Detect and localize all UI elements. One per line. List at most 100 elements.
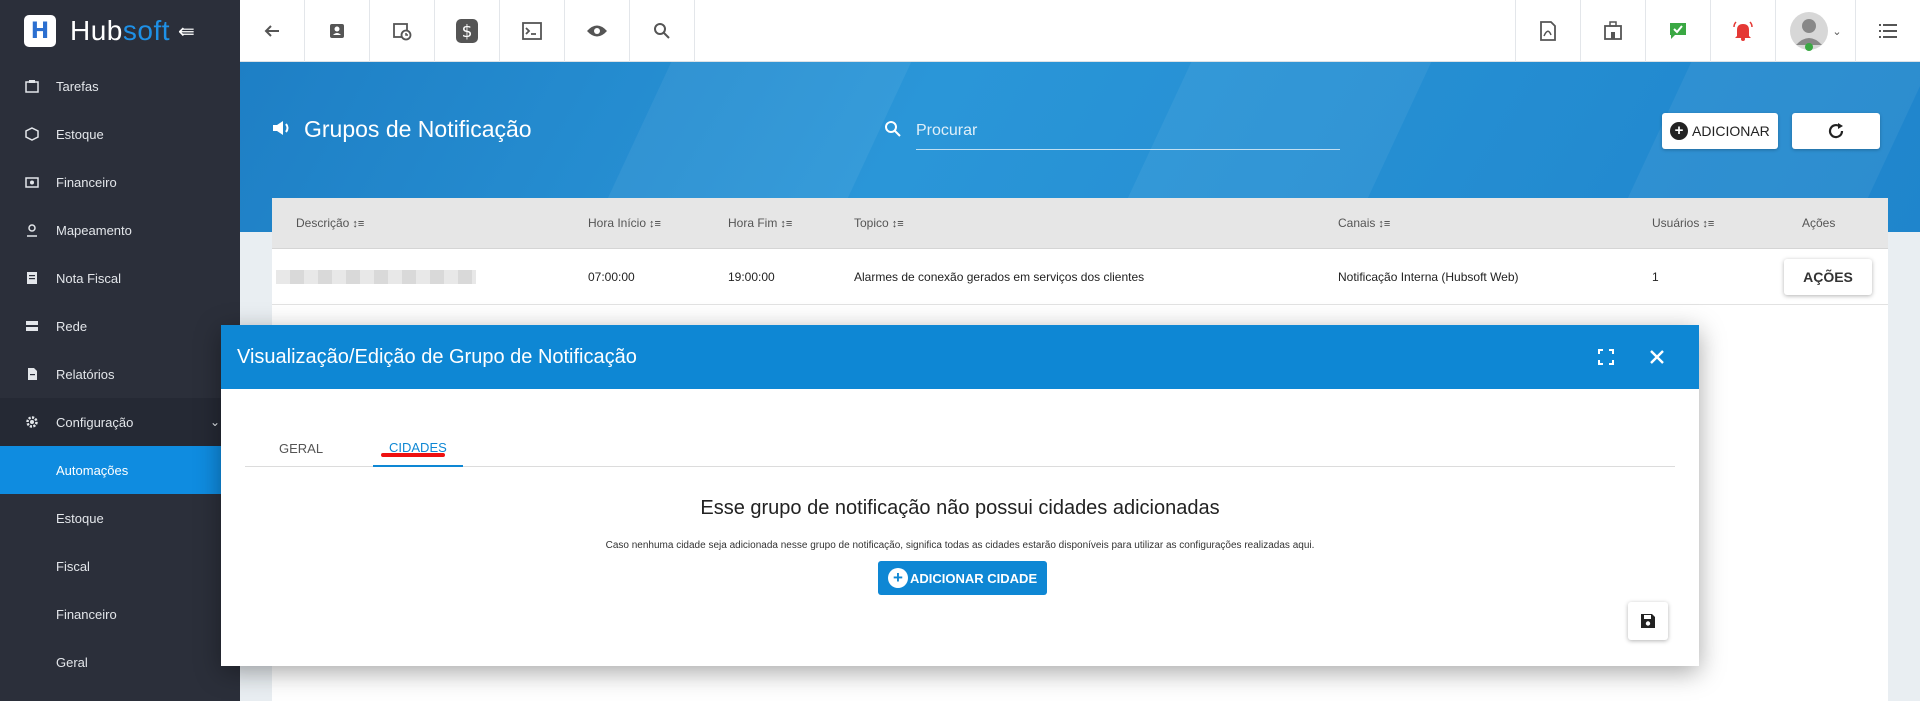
search-input[interactable] [916, 112, 1340, 150]
col-header-canais[interactable]: Canais ↕≡ [1338, 216, 1390, 230]
messages-button[interactable] [1645, 0, 1710, 62]
sidebar-item-relatorios[interactable]: Relatórios [0, 350, 240, 398]
modal-header: Visualização/Edição de Grupo de Notifica… [221, 325, 1699, 389]
sidebar-item-estoque[interactable]: Estoque [0, 110, 240, 158]
col-header-hora-fim[interactable]: Hora Fim ↕≡ [728, 216, 792, 230]
list-icon [1879, 24, 1897, 38]
sidebar-item-financeiro[interactable]: Financeiro [0, 158, 240, 206]
server-icon [24, 318, 40, 334]
cell-hora-inicio: 07:00:00 [588, 269, 635, 284]
search-icon [654, 23, 670, 39]
map-pin-icon [24, 222, 40, 238]
topbar: $ ⌄ [240, 0, 1920, 62]
collapse-sidebar-icon[interactable]: ⇚ [178, 19, 195, 44]
sidebar-item-tarefas[interactable]: Tarefas [0, 62, 240, 110]
sidebar-nav: Tarefas Estoque Financeiro Mapeamento No… [0, 62, 240, 446]
close-button[interactable] [1645, 345, 1669, 369]
arrow-left-icon [264, 25, 279, 37]
row-actions-button[interactable]: AÇÕES [1784, 258, 1872, 295]
fullscreen-icon [1598, 349, 1614, 365]
close-icon [1650, 350, 1664, 364]
save-button[interactable] [1628, 602, 1668, 640]
box-icon [24, 126, 40, 142]
refresh-icon [1828, 123, 1844, 139]
sort-icon: ↕≡ [649, 218, 661, 230]
megaphone-icon [272, 116, 292, 143]
col-header-descricao[interactable]: Descrição ↕≡ [296, 216, 364, 230]
cell-hora-fim: 19:00:00 [728, 269, 775, 284]
terminal-button[interactable] [500, 0, 565, 62]
calendar-clock-icon [393, 23, 412, 41]
sidebar-item-label: Configuração [56, 414, 134, 430]
sidebar-item-rede[interactable]: Rede [0, 302, 240, 350]
plus-icon: + [888, 568, 908, 588]
sort-icon: ↕≡ [1702, 218, 1715, 230]
logo-text: Hubsoft [70, 15, 171, 46]
logo[interactable]: H Hubsoft ⇚ [0, 0, 240, 62]
edit-notification-group-modal: Visualização/Edição de Grupo de Notifica… [221, 325, 1699, 666]
sidebar-subitem-label: Financeiro [56, 606, 117, 622]
sidebar-item-label: Tarefas [56, 78, 99, 94]
sidebar-subitem-fiscal[interactable]: Fiscal [0, 542, 240, 590]
sidebar-item-mapeamento[interactable]: Mapeamento [0, 206, 240, 254]
page-title-text: Grupos de Notificação [304, 116, 532, 142]
chevron-down-icon: ⌄ [209, 415, 220, 429]
sidebar-item-label: Mapeamento [56, 222, 132, 238]
col-header-hora-inicio[interactable]: Hora Início ↕≡ [588, 216, 661, 230]
cell-acoes: AÇÕES [1784, 258, 1872, 295]
sidebar-item-label: Rede [56, 318, 88, 334]
redacted-text [276, 269, 476, 284]
add-button-label: ADICIONAR [1692, 123, 1770, 139]
tab-cidades[interactable]: CIDADES [373, 429, 463, 467]
sidebar-item-configuracao[interactable]: Configuração ⌄ [0, 398, 240, 446]
back-button[interactable] [240, 0, 305, 62]
tab-geral[interactable]: GERAL [263, 429, 339, 467]
money-icon [24, 174, 40, 190]
contacts-button[interactable] [305, 0, 370, 62]
sidebar-subitem-label: Geral [56, 654, 88, 670]
eye-icon [587, 25, 607, 37]
chat-check-icon [1670, 23, 1686, 39]
cell-canais: Notificação Interna (Hubsoft Web) [1338, 269, 1519, 284]
add-button[interactable]: + ADICIONAR [1662, 113, 1778, 149]
finance-button[interactable]: $ [435, 0, 500, 62]
alarm-bell-icon [1733, 21, 1753, 41]
report-icon [24, 366, 40, 382]
col-header-acoes: Ações [1802, 216, 1836, 230]
avatar [1790, 12, 1829, 51]
fullscreen-button[interactable] [1594, 345, 1618, 369]
col-header-usuarios[interactable]: Usuários ↕≡ [1652, 216, 1714, 230]
view-button[interactable] [565, 0, 630, 62]
sidebar-subitem-automacoes[interactable]: Automações [0, 446, 240, 494]
add-city-button[interactable]: + ADICIONAR CIDADE [878, 561, 1048, 595]
refresh-button[interactable] [1792, 113, 1880, 149]
user-menu-button[interactable]: ⌄ [1775, 0, 1855, 62]
sidebar-subitem-estoque[interactable]: Estoque [0, 494, 240, 542]
table-header: Descrição ↕≡ Hora Início ↕≡ Hora Fim ↕≡ Top… [272, 198, 1888, 249]
alarms-button[interactable] [1710, 0, 1775, 62]
sidebar-subitem-label: Estoque [56, 510, 104, 526]
pdf-button[interactable] [1515, 0, 1580, 62]
modal-tabs: GERAL CIDADES [245, 429, 1675, 467]
cell-topico: Alarmes de conexão gerados em serviços d… [854, 269, 1145, 284]
sidebar-item-label: Financeiro [56, 174, 117, 190]
search-button[interactable] [630, 0, 695, 62]
pdf-file-icon [1540, 21, 1556, 41]
sidebar-item-nota-fiscal[interactable]: Nota Fiscal [0, 254, 240, 302]
cell-usuarios: 1 [1652, 269, 1659, 284]
sidebar-subitem-financeiro[interactable]: Financeiro [0, 590, 240, 638]
table-row: 07:00:00 19:00:00 Alarmes de conexão ger… [272, 249, 1888, 305]
sidebar-subitem-geral[interactable]: Geral [0, 638, 240, 686]
col-header-topico[interactable]: Topico ↕≡ [854, 216, 904, 230]
dollar-icon: $ [456, 19, 478, 43]
floppy-disk-icon [1641, 614, 1655, 628]
schedule-button[interactable] [370, 0, 435, 62]
sort-icon: ↕≡ [1378, 218, 1391, 230]
search-box [884, 112, 1340, 150]
svg-text:$: $ [462, 22, 473, 42]
contact-card-icon [330, 24, 344, 38]
list-menu-button[interactable] [1855, 0, 1920, 62]
building-button[interactable] [1580, 0, 1645, 62]
sidebar-subitem-label: Automações [56, 462, 129, 478]
